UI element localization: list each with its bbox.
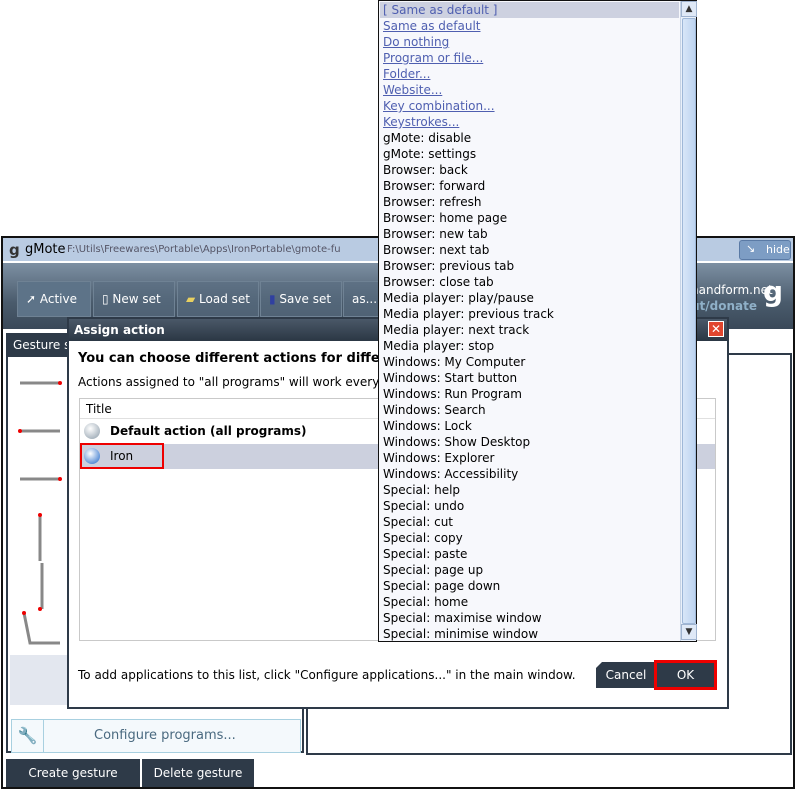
dropdown-option[interactable]: Windows: Search	[383, 402, 679, 418]
dropdown-option[interactable]: Special: page up	[383, 562, 679, 578]
dropdown-option[interactable]: Keystrokes...	[383, 114, 679, 130]
dropdown-option[interactable]: [ Same as default ]	[380, 2, 679, 18]
dropdown-option[interactable]: Same as default	[383, 18, 679, 34]
delete-gesture-button[interactable]: Delete gesture	[142, 759, 254, 787]
dropdown-option[interactable]: Program or file...	[383, 50, 679, 66]
donate-link[interactable]: ut/donate	[691, 299, 757, 313]
action-dropdown-list[interactable]: [ Same as default ] Same as default Do not…	[378, 0, 697, 642]
dropdown-option[interactable]: Browser: previous tab	[383, 258, 679, 274]
load-set-button[interactable]: ▰ Load set	[177, 281, 259, 317]
dropdown-option[interactable]: Special: cut	[383, 514, 679, 530]
cursor-icon: ➚	[26, 292, 40, 306]
dropdown-option[interactable]: Browser: back	[383, 162, 679, 178]
dropdown-option[interactable]: Windows: My Computer	[383, 354, 679, 370]
cancel-button[interactable]: Cancel	[596, 662, 656, 688]
close-icon[interactable]: ✕	[708, 321, 724, 337]
dropdown-option[interactable]: Special: page down	[383, 578, 679, 594]
dialog-heading: You can choose different actions for dif…	[78, 351, 411, 366]
book-icon: ▮	[269, 292, 280, 306]
dropdown-option[interactable]: Key combination...	[383, 98, 679, 114]
highlight-box	[80, 443, 164, 469]
folder-open-icon: ▰	[186, 292, 200, 306]
arrow-down-right-icon: ↘	[746, 242, 756, 255]
hide-button[interactable]: ↘ hide	[739, 240, 791, 260]
dropdown-option[interactable]: Windows: Lock	[383, 418, 679, 434]
website-link[interactable]: handform.net	[691, 283, 773, 297]
dropdown-option[interactable]: Browser: close tab	[383, 274, 679, 290]
gmote-logo-icon: g	[9, 241, 20, 259]
gmote-brand-logo: g	[763, 275, 784, 308]
active-label: Active	[39, 292, 77, 306]
window-title: gMote	[25, 242, 66, 257]
dropdown-option[interactable]: Special: home	[383, 594, 679, 610]
new-file-icon: ▯	[102, 292, 113, 306]
save-set-label: Save set	[279, 292, 332, 306]
scroll-up-icon[interactable]: ▲	[681, 1, 697, 17]
dropdown-option[interactable]: Special: undo	[383, 498, 679, 514]
new-set-label: New set	[112, 292, 161, 306]
active-button[interactable]: ➚ Active	[17, 281, 91, 317]
dropdown-option[interactable]: Browser: forward	[383, 178, 679, 194]
program-label: Default action (all programs)	[110, 424, 307, 438]
dropdown-option[interactable]: Special: paste	[383, 546, 679, 562]
dropdown-option[interactable]: Special: maximise window	[383, 610, 679, 626]
ok-button[interactable]: OK	[654, 660, 717, 690]
wrench-icon: 🔧	[12, 720, 44, 752]
new-set-button[interactable]: ▯ New set	[93, 281, 175, 317]
save-as-button[interactable]: as...	[343, 281, 383, 317]
create-gesture-button[interactable]: Create gesture	[6, 759, 140, 787]
dropdown-option[interactable]: Windows: Show Desktop	[383, 434, 679, 450]
window-path: F:\Utils\Freewares\Portable\Apps\IronPor…	[67, 244, 341, 255]
dropdown-option[interactable]: Website...	[383, 82, 679, 98]
configure-programs-button[interactable]: 🔧 Configure programs...	[11, 719, 301, 753]
scroll-thumb[interactable]	[682, 18, 696, 624]
dropdown-option[interactable]: gMote: disable	[383, 130, 679, 146]
dropdown-option[interactable]: Do nothing	[383, 34, 679, 50]
save-as-label: as...	[352, 292, 378, 306]
dropdown-option[interactable]: Special: copy	[383, 530, 679, 546]
dialog-footer-text: To add applications to this list, click …	[78, 668, 576, 682]
dropdown-option[interactable]: Special: minimise window	[383, 626, 679, 642]
dropdown-option[interactable]: Windows: Start button	[383, 370, 679, 386]
dropdown-option[interactable]: Media player: next track	[383, 322, 679, 338]
dialog-subtext: Actions assigned to "all programs" will …	[78, 375, 397, 389]
globe-icon	[84, 423, 100, 439]
dropdown-option[interactable]: Browser: refresh	[383, 194, 679, 210]
dropdown-option[interactable]: Browser: next tab	[383, 242, 679, 258]
dropdown-option[interactable]: Special: help	[383, 482, 679, 498]
scroll-down-icon[interactable]: ▼	[681, 624, 697, 640]
dropdown-option[interactable]: Folder...	[383, 66, 679, 82]
dropdown-option[interactable]: Browser: new tab	[383, 226, 679, 242]
dropdown-option[interactable]: Windows: Accessibility	[383, 466, 679, 482]
gesture-thumbnails	[18, 381, 62, 645]
save-set-button[interactable]: ▮ Save set	[260, 281, 342, 317]
dropdown-option[interactable]: Media player: stop	[383, 338, 679, 354]
dropdown-option[interactable]: Media player: previous track	[383, 306, 679, 322]
dropdown-option[interactable]: gMote: settings	[383, 146, 679, 162]
hide-label: hide	[766, 243, 790, 256]
load-set-label: Load set	[199, 292, 250, 306]
dropdown-option[interactable]: Windows: Run Program	[383, 386, 679, 402]
dropdown-option[interactable]: Media player: play/pause	[383, 290, 679, 306]
dropdown-option[interactable]: Windows: Explorer	[383, 450, 679, 466]
configure-programs-label: Configure programs...	[94, 728, 236, 743]
scrollbar[interactable]: ▲ ▼	[680, 1, 697, 641]
gesture-down-right-icon	[22, 612, 60, 645]
dropdown-option[interactable]: Browser: home page	[383, 210, 679, 226]
